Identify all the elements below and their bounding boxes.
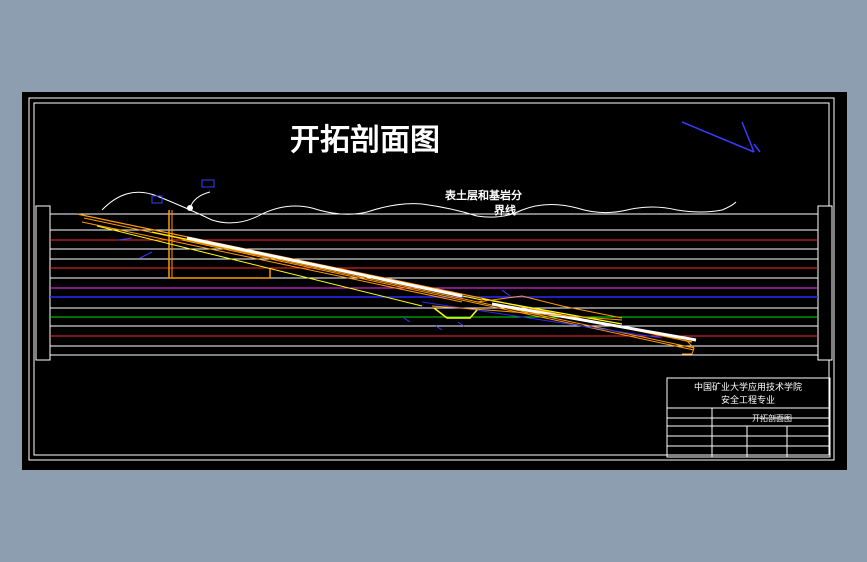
title-block-specialty: 安全工程专业 <box>721 394 775 406</box>
title-block-drawing-name: 开拓剖面图 <box>752 413 792 423</box>
boundary-annotation: 表土层和基岩分 <box>444 188 522 202</box>
boundary-annotation-line2: 界线 <box>494 203 516 217</box>
cad-drawing-viewport[interactable]: 开拓剖面图 表土层和基岩分 界线 中国矿业大学应用技术学院 安全工程专业 开拓剖… <box>22 92 847 470</box>
title-block-institution: 中国矿业大学应用技术学院 <box>694 381 802 393</box>
topsoil-bedrock-boundary <box>101 191 737 224</box>
drawing-title: 开拓剖面图 <box>290 123 440 158</box>
north-arrow-icon <box>681 121 761 153</box>
section-drawing: 开拓剖面图 表土层和基岩分 界线 中国矿业大学应用技术学院 安全工程专业 开拓剖… <box>28 97 835 461</box>
level-scale-left <box>35 205 51 361</box>
level-scale-right <box>817 205 833 361</box>
annotation-arrows <box>117 237 511 331</box>
coal-seams <box>76 213 697 355</box>
